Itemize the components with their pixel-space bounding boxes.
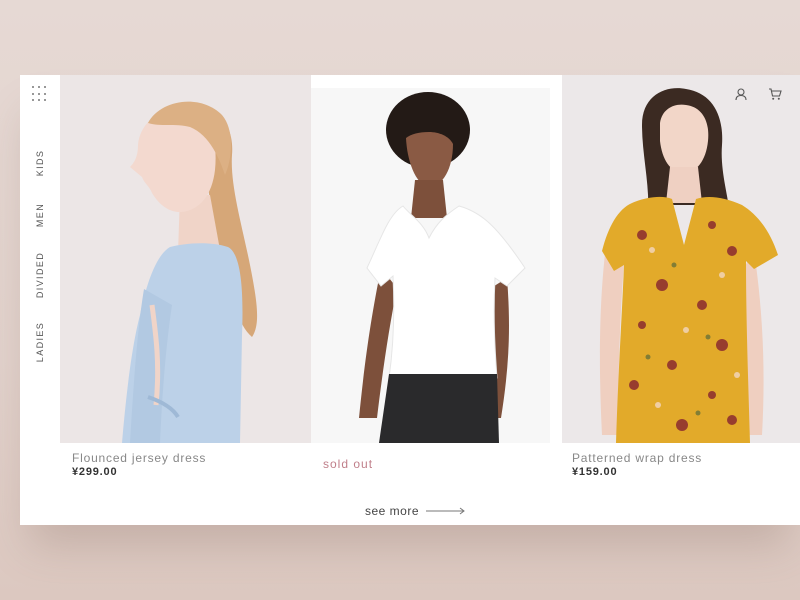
sidebar-item-men[interactable]: MEN [35, 203, 45, 227]
product-panel: KIDS MEN DIVIDED LADIES Flounced jersey … [20, 75, 800, 525]
sold-out-label: sold out [323, 457, 374, 471]
sidebar-item-ladies[interactable]: LADIES [35, 322, 45, 362]
model-photo-white-tee [311, 88, 550, 443]
sidebar-item-kids[interactable]: KIDS [35, 150, 45, 177]
product-card-white-tee[interactable]: sold out [311, 75, 562, 525]
model-photo-blue-dress [60, 75, 311, 443]
product-name[interactable]: Patterned wrap dress [572, 451, 702, 465]
sidebar-item-divided[interactable]: DIVIDED [35, 252, 45, 298]
product-price: ¥159.00 [572, 466, 618, 478]
user-icon[interactable] [734, 87, 748, 101]
grid-menu-icon[interactable] [32, 86, 48, 102]
product-card-patterned-dress[interactable]: Patterned wrap dress ¥159.00 [562, 75, 800, 525]
product-price: ¥299.00 [72, 466, 118, 478]
arrow-right-icon[interactable] [426, 507, 466, 515]
product-image[interactable] [562, 75, 800, 443]
product-image[interactable] [60, 75, 311, 443]
product-image[interactable] [311, 88, 550, 443]
model-photo-floral-dress [562, 75, 800, 443]
cart-icon[interactable] [768, 87, 782, 101]
see-more-label[interactable]: see more [365, 504, 419, 518]
sidebar: KIDS MEN DIVIDED LADIES [20, 75, 60, 525]
product-name[interactable]: Flounced jersey dress [72, 451, 206, 465]
product-card-flounced-dress[interactable]: Flounced jersey dress ¥299.00 [60, 75, 311, 525]
see-more-link[interactable]: see more [365, 504, 466, 518]
